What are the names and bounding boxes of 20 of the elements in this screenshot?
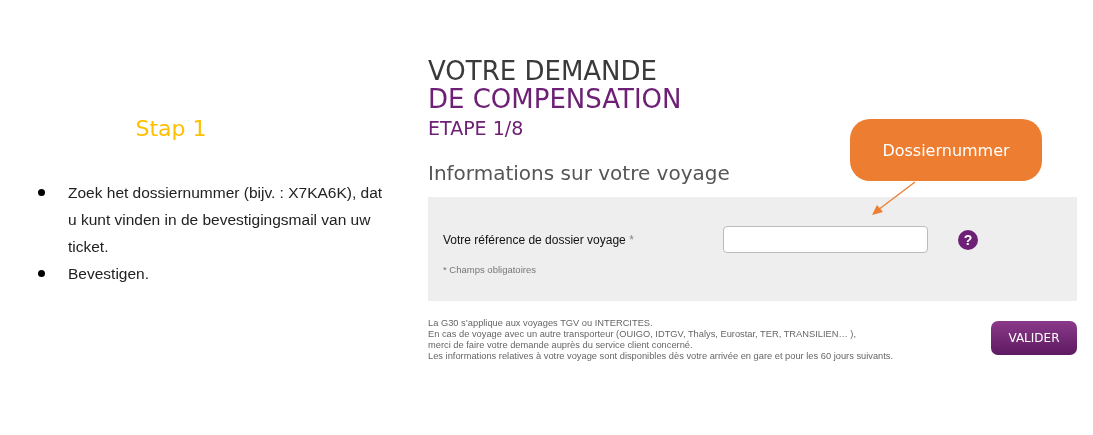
submit-button[interactable]: VALIDER bbox=[991, 321, 1077, 355]
input-field[interactable] bbox=[723, 226, 928, 253]
leader-line bbox=[872, 181, 916, 215]
info-note: Les informations relatives à votre voyage sont disponibles dès votre arrivée en gare et pour les 60 jours suivants. bbox=[428, 351, 894, 362]
instruction-text: Bevestigen. bbox=[68, 264, 150, 284]
slide-title: Stap 1 bbox=[134, 116, 208, 141]
section-heading: Informations sur votre voyage bbox=[428, 160, 730, 187]
field-label: Votre référence de dossier voyage * bbox=[443, 232, 635, 247]
help-icon[interactable]: ? bbox=[958, 229, 978, 250]
page-title: VOTRE DEMANDE bbox=[428, 57, 657, 85]
instruction-text: Zoek het dossiernummer (bijv. : X7KA6K), dat u kunt vinden in de bevestigingsmail van uw ticket. bbox=[68, 183, 384, 257]
page-title: DE COMPENSATION bbox=[428, 85, 682, 113]
info-note: merci de faire votre demande auprès du service client concerné. bbox=[428, 340, 694, 351]
required-note: * Champs obligatoires bbox=[443, 264, 537, 275]
bullet-dot bbox=[38, 270, 45, 277]
info-note: En cas de voyage avec un autre transporteur (OUIGO, IDTGV, Thalys, Eurostar, TER, TRANSILIEN… ), bbox=[428, 329, 857, 340]
bullet-dot bbox=[38, 189, 45, 196]
info-note: La G30 s’applique aux voyages TGV ou INTERCITES. bbox=[428, 318, 654, 329]
page-title: ETAPE 1/8 bbox=[428, 116, 524, 141]
callout: Dossiernummer bbox=[850, 119, 1042, 181]
